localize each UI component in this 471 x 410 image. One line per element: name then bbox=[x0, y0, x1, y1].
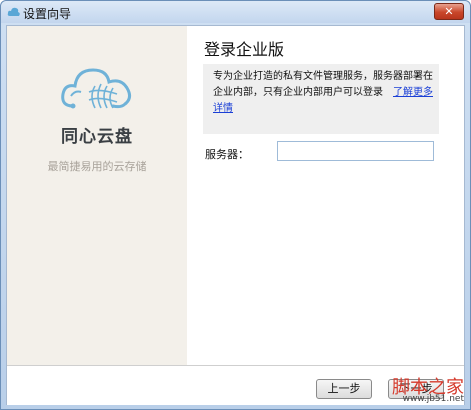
wizard-window: 设置向导 ✕ 同心云盘 最简捷易用的云存储 登录企业版 专为企业打造的私有文件管… bbox=[0, 0, 471, 410]
info-description: 专为企业打造的私有文件管理服务，服务器部署在企业内部，只有企业内部用户可以登录了… bbox=[213, 69, 437, 117]
cloud-icon bbox=[7, 7, 20, 16]
server-label: 服务器： bbox=[205, 148, 249, 161]
wizard-body: 同心云盘 最简捷易用的云存储 登录企业版 专为企业打造的私有文件管理服务，服务器… bbox=[6, 25, 465, 405]
brand-panel: 同心云盘 最简捷易用的云存储 bbox=[7, 26, 187, 365]
watermark-url: www.jb51.net bbox=[402, 394, 464, 404]
info-box: 专为企业打造的私有文件管理服务，服务器部署在企业内部，只有企业内部用户可以登录了… bbox=[203, 64, 439, 134]
window-title: 设置向导 bbox=[23, 7, 72, 21]
title-bar[interactable]: 设置向导 ✕ bbox=[1, 1, 470, 23]
brand-slogan: 最简捷易用的云存储 bbox=[47, 160, 147, 173]
page-title: 登录企业版 bbox=[204, 40, 285, 59]
watermark: 脚本之家 www.jb51.net bbox=[348, 373, 468, 407]
server-input[interactable] bbox=[277, 141, 434, 161]
brand-name: 同心云盘 bbox=[61, 127, 133, 147]
cloud-logo-icon bbox=[61, 68, 132, 109]
close-button[interactable]: ✕ bbox=[434, 3, 464, 20]
